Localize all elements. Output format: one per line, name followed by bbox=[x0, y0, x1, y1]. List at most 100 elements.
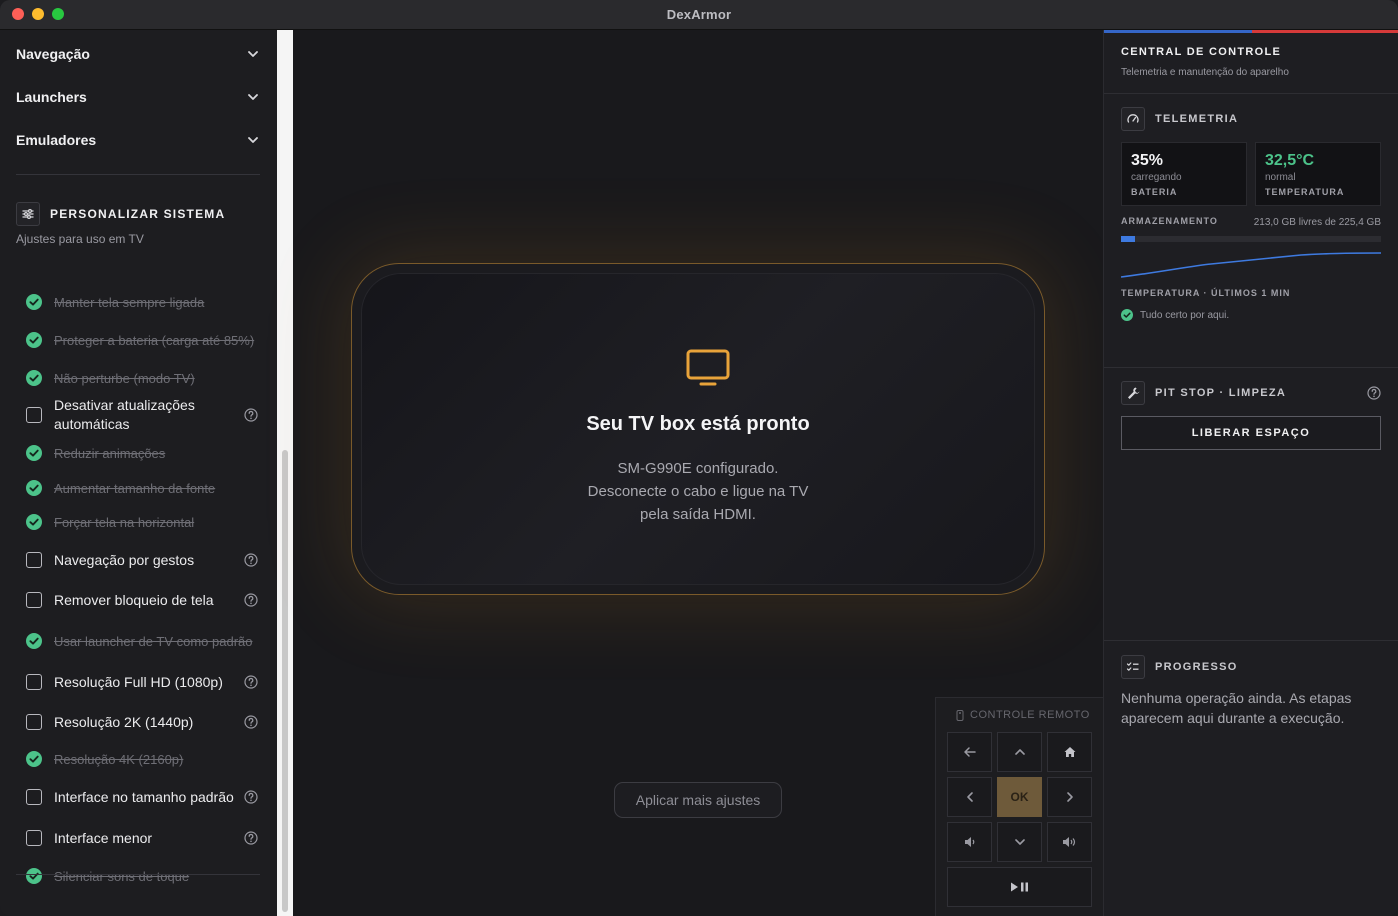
remote-down-button[interactable] bbox=[997, 822, 1042, 862]
option-row[interactable]: Resolução 4K (2160p) bbox=[26, 749, 258, 769]
free-space-button[interactable]: LIBERAR ESPAÇO bbox=[1121, 416, 1381, 450]
help-icon[interactable] bbox=[1367, 386, 1381, 400]
remote-header: CONTROLE REMOTO bbox=[956, 709, 1090, 721]
option-label: Silenciar sons de toque bbox=[54, 868, 190, 884]
help-icon[interactable] bbox=[244, 715, 258, 729]
sidebar-scrollbar[interactable] bbox=[277, 30, 293, 916]
remote-home-button[interactable] bbox=[1047, 732, 1092, 772]
panel-divider bbox=[1104, 367, 1398, 368]
check-circle-icon bbox=[1121, 309, 1133, 321]
option-row[interactable]: Desativar atualizações automáticas bbox=[26, 396, 258, 434]
close-window-button[interactable] bbox=[12, 8, 24, 20]
battery-tile: 35% carregando BATERIA bbox=[1121, 142, 1247, 206]
remote-title: CONTROLE REMOTO bbox=[970, 709, 1090, 721]
option-row[interactable]: Reduzir animações bbox=[26, 443, 258, 463]
option-row[interactable]: Resolução Full HD (1080p) bbox=[26, 672, 258, 692]
storage-label: ARMAZENAMENTO bbox=[1121, 216, 1218, 226]
option-row[interactable]: Forçar tela na horizontal bbox=[26, 512, 258, 532]
option-row[interactable]: Interface no tamanho padrão bbox=[26, 778, 258, 816]
help-icon[interactable] bbox=[244, 553, 258, 567]
check-circle-icon bbox=[26, 445, 42, 461]
chevron-right-icon bbox=[1066, 792, 1073, 802]
section-label: Emuladores bbox=[16, 132, 97, 148]
remote-left-button[interactable] bbox=[947, 777, 992, 817]
status-line: SM-G990E configurado. bbox=[617, 460, 779, 477]
remote-volume-up-button[interactable] bbox=[1047, 822, 1092, 862]
checklist-icon bbox=[1121, 655, 1145, 679]
option-row[interactable]: Não perturbe (modo TV) bbox=[26, 368, 258, 388]
option-label: Usar launcher de TV como padrão bbox=[54, 633, 253, 649]
volume-high-icon bbox=[1062, 837, 1075, 847]
check-circle-icon bbox=[26, 480, 42, 496]
help-icon[interactable] bbox=[244, 675, 258, 689]
remote-up-button[interactable] bbox=[997, 732, 1042, 772]
help-icon[interactable] bbox=[244, 593, 258, 607]
chevron-down-icon bbox=[248, 137, 258, 143]
option-row[interactable]: Manter tela sempre ligada bbox=[26, 292, 258, 312]
chevron-down-icon bbox=[248, 51, 258, 57]
remote-icon bbox=[956, 709, 964, 721]
section-navegacao[interactable]: Navegação bbox=[16, 44, 260, 64]
option-row[interactable]: Navegação por gestos bbox=[26, 550, 258, 570]
panel-subtitle: Telemetria e manutenção do aparelho bbox=[1121, 67, 1289, 78]
checkbox[interactable] bbox=[26, 674, 42, 690]
battery-value: 35% bbox=[1131, 152, 1164, 169]
option-label: Aumentar tamanho da fonte bbox=[54, 480, 216, 496]
control-panel: CENTRAL DE CONTROLE Telemetria e manuten… bbox=[1103, 30, 1398, 916]
panel-title: CENTRAL DE CONTROLE bbox=[1121, 46, 1282, 58]
option-label: Forçar tela na horizontal bbox=[54, 514, 195, 530]
checkbox[interactable] bbox=[26, 830, 42, 846]
storage-bar-fill bbox=[1121, 236, 1136, 242]
section-label: Navegação bbox=[16, 46, 90, 62]
telemetry-header: TELEMETRIA bbox=[1121, 107, 1238, 131]
status-card: Seu TV box está pronto SM-G990E configur… bbox=[351, 263, 1045, 595]
pitstop-title: PIT STOP · LIMPEZA bbox=[1155, 387, 1287, 399]
scrollbar-thumb[interactable] bbox=[282, 450, 288, 912]
temperature-chart-label: TEMPERATURA · ÚLTIMOS 1 MIN bbox=[1121, 288, 1291, 298]
temperature-status: normal bbox=[1265, 172, 1296, 183]
status-card-title: Seu TV box está pronto bbox=[586, 413, 810, 435]
maximize-window-button[interactable] bbox=[52, 8, 64, 20]
section-launchers[interactable]: Launchers bbox=[16, 87, 260, 107]
status-card-text: SM-G990E configurado. Desconecte o cabo … bbox=[548, 457, 848, 526]
checkbox[interactable] bbox=[26, 789, 42, 805]
help-icon[interactable] bbox=[244, 408, 258, 422]
remote-right-button[interactable] bbox=[1047, 777, 1092, 817]
option-label: Resolução 2K (1440p) bbox=[54, 713, 194, 730]
checkbox[interactable] bbox=[26, 592, 42, 608]
volume-low-icon bbox=[964, 837, 974, 847]
status-card-inner: Seu TV box está pronto SM-G990E configur… bbox=[361, 273, 1035, 585]
option-row[interactable]: Proteger a bateria (carga até 85%) bbox=[26, 320, 258, 360]
checkbox[interactable] bbox=[26, 714, 42, 730]
option-row[interactable]: Usar launcher de TV como padrão bbox=[26, 621, 258, 661]
chevron-up-icon bbox=[1014, 749, 1025, 755]
option-label: Proteger a bateria (carga até 85%) bbox=[54, 332, 255, 348]
option-row[interactable]: Resolução 2K (1440p) bbox=[26, 712, 258, 732]
option-row[interactable]: Silenciar sons de toque bbox=[26, 866, 258, 886]
temperature-value: 32,5°C bbox=[1265, 152, 1315, 169]
status-ok: Tudo certo por aqui. bbox=[1121, 309, 1229, 321]
section-emuladores[interactable]: Emuladores bbox=[16, 130, 260, 150]
option-row[interactable]: Aumentar tamanho da fonte bbox=[26, 478, 258, 498]
help-icon[interactable] bbox=[244, 790, 258, 804]
checkbox[interactable] bbox=[26, 407, 42, 423]
option-row[interactable]: Interface menor bbox=[26, 828, 258, 848]
minimize-window-button[interactable] bbox=[32, 8, 44, 20]
option-label: Resolução 4K (2160p) bbox=[54, 751, 184, 767]
check-circle-icon bbox=[26, 514, 42, 530]
option-row[interactable]: Remover bloqueio de tela bbox=[26, 590, 258, 610]
remote-control: CONTROLE REMOTO OK bbox=[935, 697, 1103, 916]
remote-back-button[interactable] bbox=[947, 732, 992, 772]
temperature-label: TEMPERATURA bbox=[1265, 187, 1345, 197]
option-label: Não perturbe (modo TV) bbox=[54, 370, 195, 386]
option-label: Reduzir animações bbox=[54, 445, 166, 461]
progress-text: Nenhuma operação ainda. As etapas aparec… bbox=[1121, 690, 1352, 726]
apply-more-settings-button[interactable]: Aplicar mais ajustes bbox=[614, 782, 782, 818]
checkbox[interactable] bbox=[26, 552, 42, 568]
remote-ok-button[interactable]: OK bbox=[997, 777, 1042, 817]
help-icon[interactable] bbox=[244, 831, 258, 845]
storage-value: 213,0 GB livres de 225,4 GB bbox=[1253, 217, 1381, 228]
sidebar-divider bbox=[16, 874, 260, 875]
remote-play-pause-button[interactable] bbox=[947, 867, 1092, 907]
remote-volume-down-button[interactable] bbox=[947, 822, 992, 862]
